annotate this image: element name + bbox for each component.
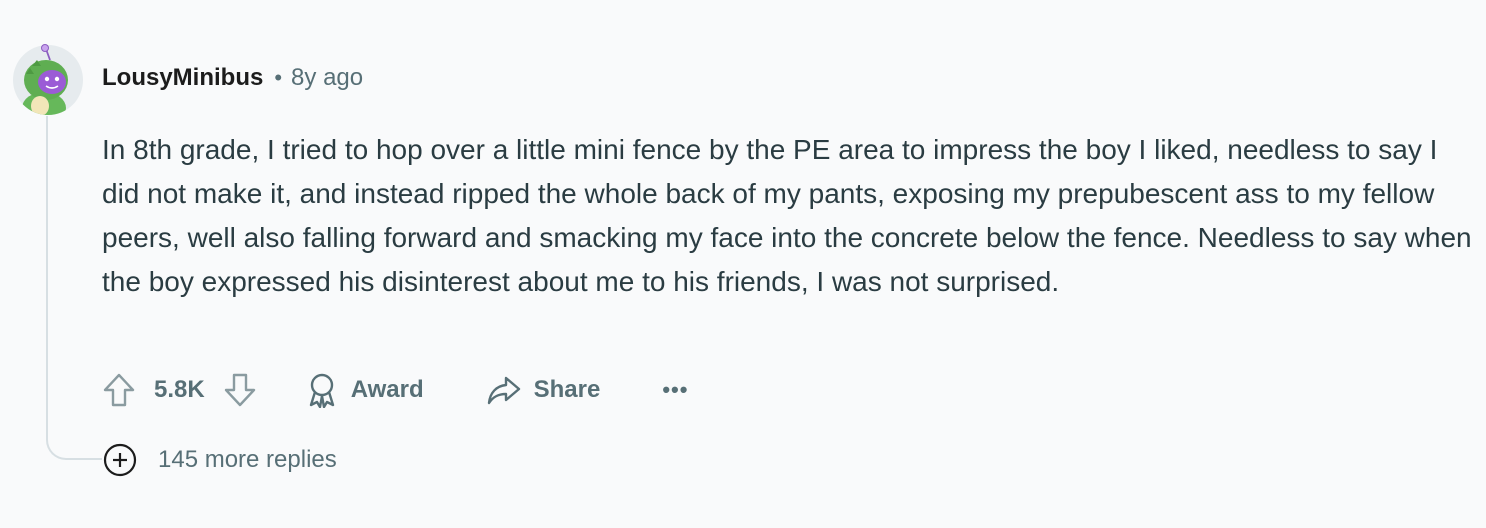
- avatar[interactable]: [12, 44, 84, 116]
- award-ribbon-icon: [305, 372, 339, 408]
- vote-count: 5.8K: [154, 376, 205, 403]
- comment-header: LousyMinibus • 8y ago: [102, 62, 363, 94]
- more-replies-label: 145 more replies: [158, 446, 337, 473]
- award-label: Award: [350, 376, 424, 403]
- plus-circle-icon[interactable]: [102, 442, 138, 478]
- thread-line[interactable]: [46, 116, 102, 460]
- share-button[interactable]: Share: [486, 372, 601, 408]
- more-options-button[interactable]: •••: [662, 377, 688, 403]
- timestamp[interactable]: 8y ago: [291, 64, 363, 92]
- comment: LousyMinibus • 8y ago In 8th grade, I tr…: [0, 0, 1486, 528]
- share-arrow-icon: [486, 372, 522, 408]
- more-replies-link[interactable]: 145 more replies: [102, 442, 337, 478]
- action-bar: 5.8K Award Share •••: [102, 368, 688, 412]
- share-label: Share: [533, 376, 601, 403]
- snoo-avatar-icon: [13, 44, 83, 115]
- upvote-arrow-icon[interactable]: [102, 372, 136, 408]
- comment-text: In 8th grade, I tried to hop over a litt…: [102, 134, 1472, 297]
- meta-separator: •: [274, 65, 283, 90]
- award-button[interactable]: Award: [305, 372, 424, 408]
- author-name[interactable]: LousyMinibus: [102, 64, 263, 92]
- comment-body: In 8th grade, I tried to hop over a litt…: [102, 128, 1472, 304]
- downvote-arrow-icon[interactable]: [223, 372, 257, 408]
